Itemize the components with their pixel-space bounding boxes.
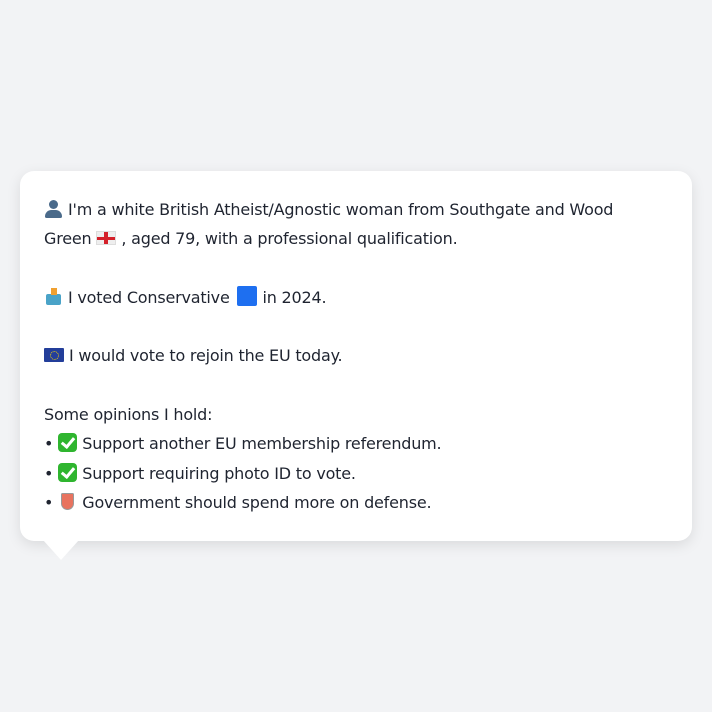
check-icon	[58, 433, 78, 453]
opinions-heading: Some opinions I hold:	[44, 405, 213, 425]
intro-text-end: , aged 79, with a professional qualifica…	[121, 229, 458, 249]
opinion-item: • Support another EU membership referendu…	[44, 429, 668, 458]
vote-year: in 2024.	[262, 287, 327, 307]
bullet: •	[44, 463, 54, 483]
opinion-text: Support requiring photo ID to vote.	[82, 463, 356, 483]
profile-speech-bubble: I'm a white British Atheist/Agnostic wom…	[20, 171, 692, 541]
eu-line: I would vote to rejoin the EU today.	[44, 341, 668, 370]
eu-flag-icon	[44, 348, 64, 363]
eu-text: I would vote to rejoin the EU today.	[69, 346, 343, 366]
opinion-item: • Government should spend more on defense…	[44, 488, 668, 517]
bubble-tail	[43, 540, 79, 560]
blue-square-icon	[237, 285, 258, 306]
intro-line-1: I'm a white British Atheist/Agnostic wom…	[44, 195, 668, 224]
intro-text: I'm a white British Atheist/Agnostic wom…	[68, 200, 614, 219]
shield-icon	[58, 492, 77, 511]
england-flag-icon	[96, 231, 117, 246]
intro-line-2: Green , aged 79, with a professional qua…	[44, 224, 668, 253]
person-icon	[44, 199, 63, 218]
bullet: •	[44, 434, 54, 454]
intro-text-cont: Green	[44, 229, 92, 249]
vote-line: I voted Conservative in 2024.	[44, 283, 668, 312]
opinion-item: • Support requiring photo ID to vote.	[44, 459, 668, 488]
check-icon	[58, 462, 78, 482]
bullet: •	[44, 492, 54, 512]
ballot-box-icon	[44, 287, 63, 306]
vote-text: I voted Conservative	[68, 287, 230, 307]
opinion-text: Support another EU membership referendum…	[82, 434, 442, 454]
opinion-text: Government should spend more on defense.	[82, 492, 432, 512]
